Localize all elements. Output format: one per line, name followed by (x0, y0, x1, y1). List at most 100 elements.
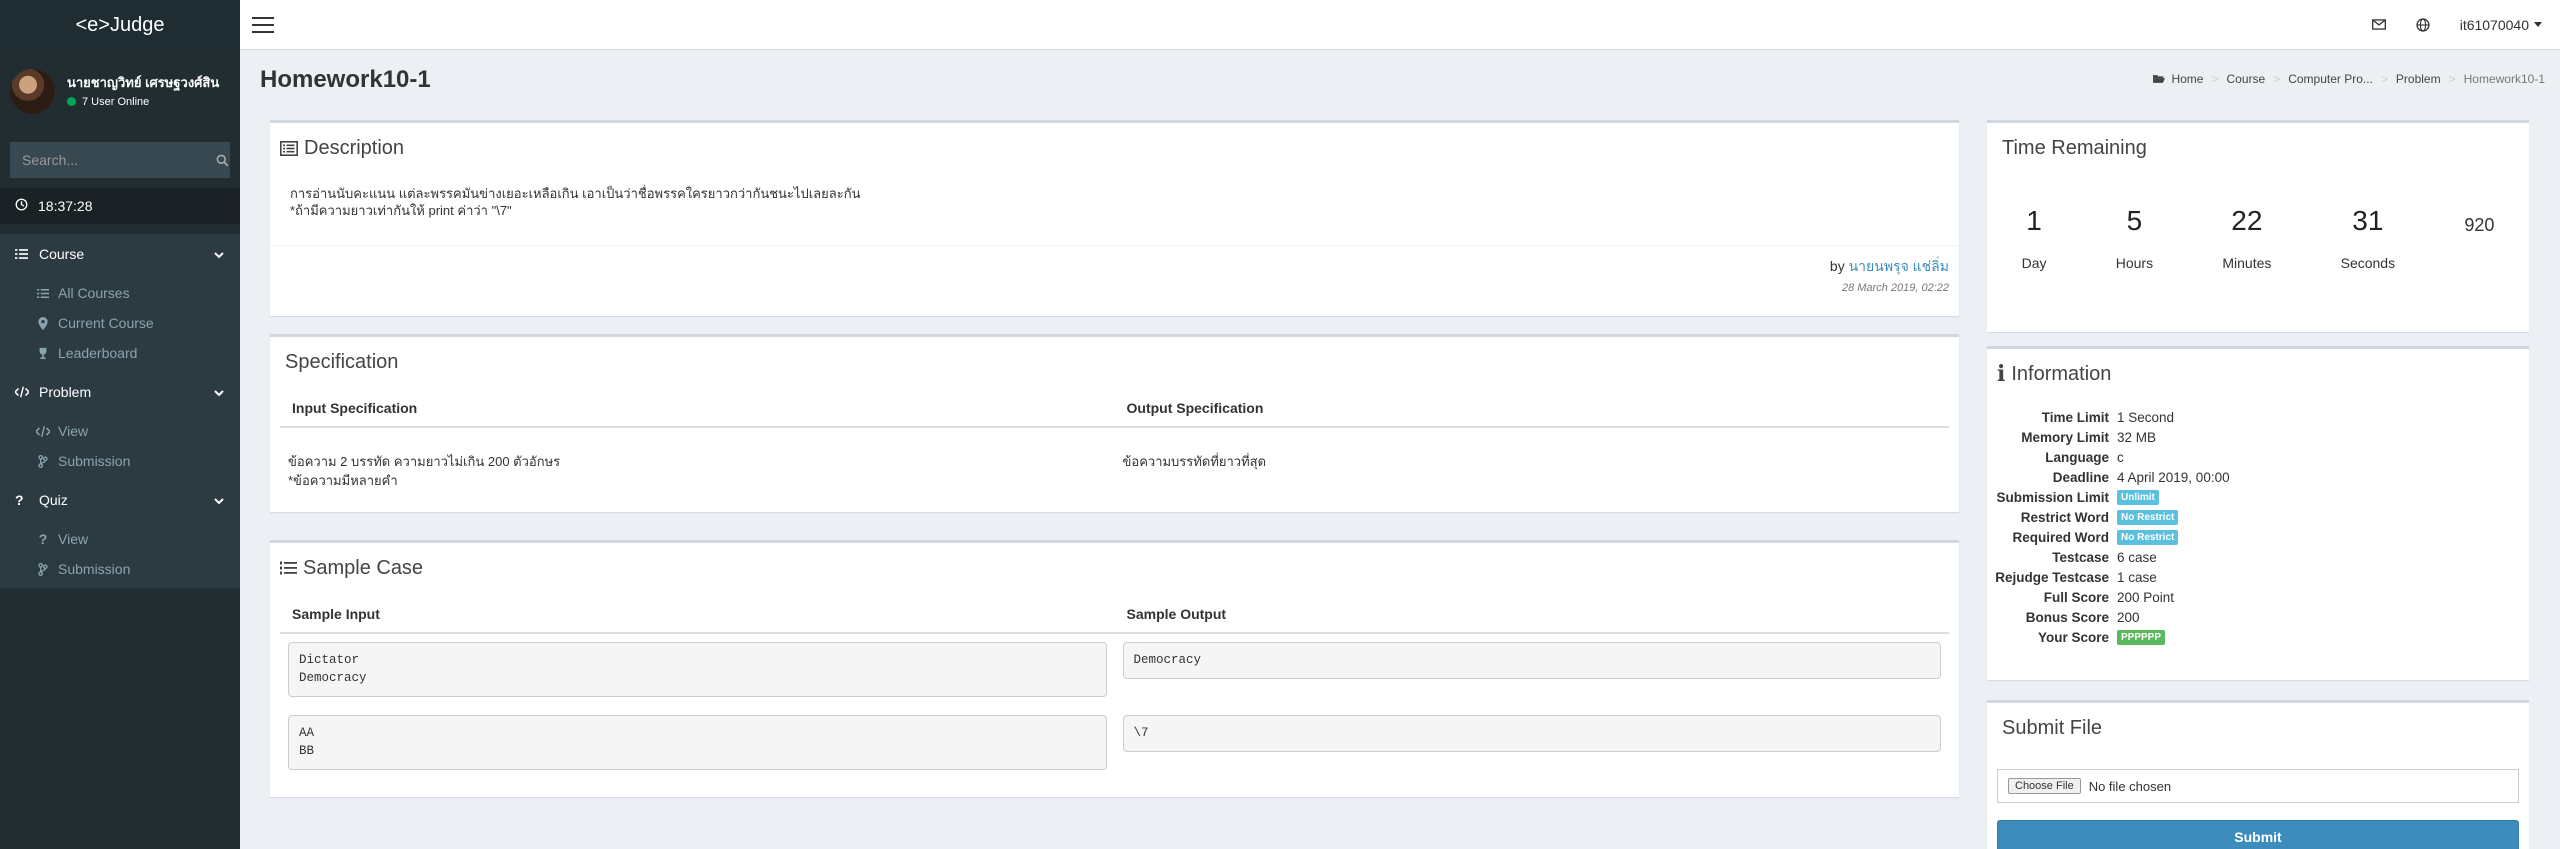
clock: 18:37:28 (0, 188, 240, 224)
app-logo[interactable]: <e>Judge (0, 0, 240, 50)
info-row: Deadline 4 April 2019, 00:00 (2052, 469, 2230, 485)
info-row: Full Score 200 Point (2043, 589, 2175, 605)
clock-icon (15, 198, 28, 214)
breadcrumb-home[interactable]: Home (2171, 72, 2203, 86)
sidebar-search (10, 142, 230, 178)
messages-button[interactable] (2357, 19, 2401, 30)
search-input[interactable] (10, 142, 215, 178)
menu-toggle-icon[interactable] (252, 16, 274, 33)
map-marker-icon (36, 316, 50, 330)
countdown-minutes: 22 Minutes (2222, 205, 2272, 271)
by-label: by (1829, 258, 1845, 274)
chevron-down-icon (214, 492, 224, 508)
status-badge: Unlimit (2117, 489, 2159, 505)
sidebar-item-label: View (58, 531, 89, 547)
time-remaining-title: Time Remaining (2002, 136, 2147, 159)
info-row: Testcase 6 case (2052, 549, 2157, 565)
question-icon: ? (38, 531, 48, 547)
submenu-course: All Courses Current Course Leaderboard (0, 274, 240, 372)
info-row: Your Score PPPPPP (1987, 627, 2529, 647)
specification-title: Specification (285, 350, 399, 373)
sample-input-1: Dictator Democracy (288, 642, 1107, 697)
online-count: 7 User Online (82, 95, 150, 108)
countdown-days: 1 Day (2021, 205, 2047, 271)
submenu-problem: View Submission (0, 412, 240, 480)
breadcrumb-course-name[interactable]: Computer Pro... (2288, 72, 2373, 86)
list-icon (15, 248, 29, 260)
sidebar-item-label: Submission (58, 453, 131, 469)
sample-case-title: Sample Case (303, 556, 424, 579)
sidebar-section-label: Quiz (39, 492, 68, 508)
info-row: Restrict Word No Restrict (1987, 507, 2529, 527)
sidebar-item-quiz-view[interactable]: ? View (0, 524, 240, 554)
submit-button[interactable]: Submit (1997, 820, 2519, 849)
status-badge: No Restrict (2117, 509, 2179, 525)
info-row: Time Limit 1 Second (2041, 409, 2175, 425)
sidebar-item-current-course[interactable]: Current Course (0, 308, 240, 338)
sidebar-item-label: All Courses (58, 285, 130, 301)
list-icon (36, 288, 50, 299)
breadcrumb-problem[interactable]: Problem (2396, 72, 2441, 86)
input-spec-line-2: *ข้อความมีหลายคำ (288, 473, 398, 488)
git-branch-icon (36, 454, 50, 468)
chevron-down-icon (214, 384, 224, 400)
sidebar-section-course[interactable]: Course (0, 234, 240, 274)
code-icon (15, 386, 29, 398)
sidebar-section-label: Course (39, 246, 85, 262)
sidebar-item-quiz-submission[interactable]: Submission (0, 554, 240, 584)
output-spec-header: Output Specification (1114, 389, 1949, 428)
time-remaining-box: Time Remaining 1 Day 5 Hours 22 Minutes 31 S… (1987, 120, 2529, 332)
search-button[interactable] (215, 142, 230, 178)
avatar (10, 68, 55, 114)
sidebar-item-leaderboard[interactable]: Leaderboard (0, 338, 240, 368)
sample-output-header: Sample Output (1114, 595, 1949, 634)
choose-file-button[interactable]: Choose File (2008, 778, 2081, 794)
clock-time: 18:37:28 (38, 198, 93, 214)
output-spec-text: ข้อความบรรทัดที่ยาวที่สุด (1122, 454, 1267, 469)
sample-output-1: Democracy (1122, 642, 1941, 679)
sidebar-item-problem-view[interactable]: View (0, 416, 240, 446)
top-navbar: it61070040 (240, 0, 2560, 50)
status-badge: No Restrict (2117, 529, 2179, 545)
language-button[interactable] (2401, 17, 2445, 32)
search-icon (216, 154, 229, 166)
specification-table: Input Specification Output Specification… (280, 389, 1949, 490)
description-line-2: *ถ้ามีความยาวเท่ากันให้ print ค่าว่า "\7… (290, 203, 512, 218)
input-spec-header: Input Specification (280, 389, 1115, 428)
info-row: Required Word No Restrict (1987, 527, 2529, 547)
submit-file-box: Submit File Choose File No file chosen S… (1987, 700, 2529, 849)
countdown-ms: 920 (2464, 215, 2495, 235)
list-alt-icon (280, 140, 298, 156)
info-icon: i (1997, 361, 2006, 387)
file-input[interactable]: Choose File No file chosen (1997, 769, 2519, 803)
information-title: Information (2011, 362, 2112, 385)
envelope-icon (2371, 19, 2386, 30)
countdown: 1 Day 5 Hours 22 Minutes 31 Seconds 920 (1987, 163, 2529, 271)
description-line-1: การอ่านนับคะแนน แต่ละพรรคมันข่างเยอะเหลื… (290, 186, 861, 201)
sample-case-box: Sample Case Sample Input Sample Output D… (270, 540, 1959, 797)
specification-box: Specification Input Specification Output… (270, 334, 1959, 512)
user-menu[interactable]: it61070040 (2445, 17, 2560, 33)
chevron-down-icon (214, 246, 224, 262)
user-name: นายชาญวิทย์ เศรษฐวงศ์สิน (67, 74, 220, 90)
info-row: Submission Limit Unlimit (1987, 487, 2529, 507)
sidebar-section-problem[interactable]: Problem (0, 372, 240, 412)
sidebar-item-problem-submission[interactable]: Submission (0, 446, 240, 476)
score-badge: PPPPPP (2117, 629, 2166, 645)
sidebar-item-label: Current Course (58, 315, 154, 331)
countdown-seconds: 31 Seconds (2340, 205, 2396, 271)
sidebar: <e>Judge นายชาญวิทย์ เศรษฐวงศ์สิน 7 User… (0, 0, 240, 849)
breadcrumb-course[interactable]: Course (2227, 72, 2266, 86)
sidebar-section-quiz[interactable]: ? Quiz (0, 480, 240, 520)
code-icon (36, 425, 50, 437)
author-link[interactable]: นายนพรุจ แช่ลิ่ม (1849, 258, 1949, 274)
username: it61070040 (2459, 16, 2529, 33)
trophy-icon (36, 347, 50, 359)
submit-file-title: Submit File (2002, 716, 2103, 739)
breadcrumb-current: Homework10-1 (2463, 72, 2545, 86)
sidebar-item-label: View (58, 423, 89, 439)
submenu-quiz: ? View Submission (0, 520, 240, 588)
post-date: 28 March 2019, 02:22 (1841, 282, 1949, 294)
user-panel: นายชาญวิทย์ เศรษฐวงศ์สิน 7 User Online (0, 50, 240, 132)
sidebar-item-all-courses[interactable]: All Courses (0, 278, 240, 308)
